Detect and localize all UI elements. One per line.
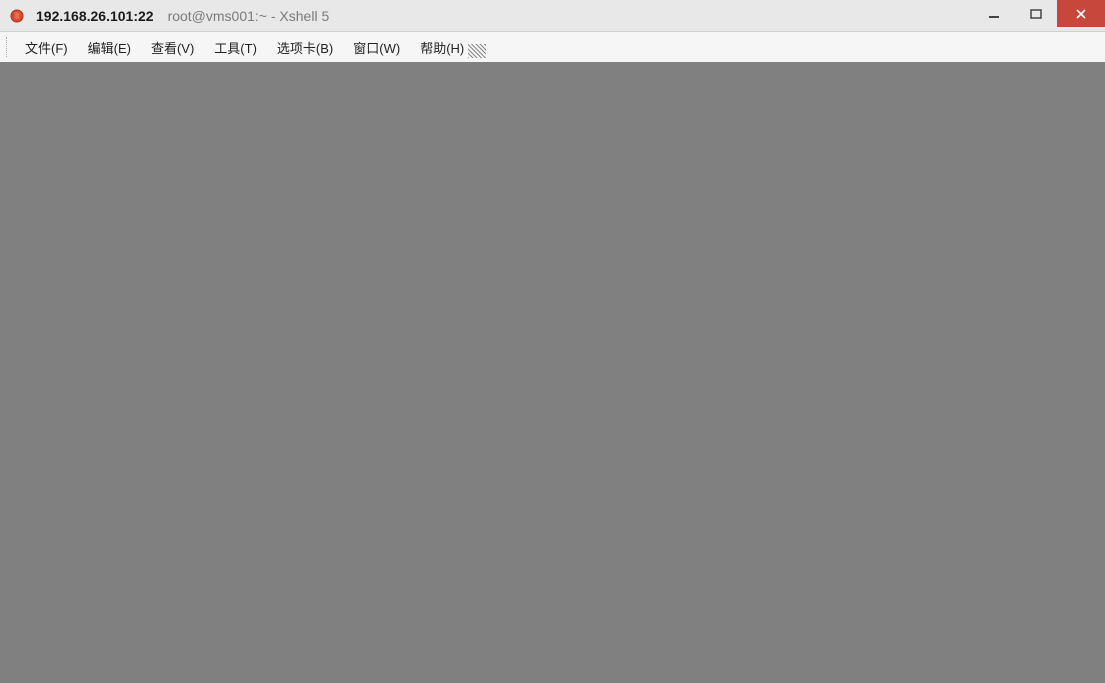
menu-tools[interactable]: 工具(T)	[204, 32, 267, 62]
menu-file[interactable]: 文件(F)	[15, 32, 78, 62]
menu-view[interactable]: 查看(V)	[141, 32, 204, 62]
menu-window[interactable]: 窗口(W)	[343, 32, 410, 62]
app-icon	[8, 7, 26, 25]
title-subtitle: root@vms001:~ - Xshell 5	[168, 8, 330, 24]
menu-help[interactable]: 帮助(H)	[410, 32, 474, 62]
terminal-content-area[interactable]	[0, 62, 1105, 683]
window-controls	[973, 0, 1105, 27]
title-session: 192.168.26.101:22	[36, 8, 154, 24]
menu-tabs[interactable]: 选项卡(B)	[267, 32, 343, 62]
close-button[interactable]	[1057, 0, 1105, 27]
minimize-button[interactable]	[973, 0, 1015, 27]
maximize-button[interactable]	[1015, 0, 1057, 27]
menu-overflow-icon	[468, 44, 486, 58]
menubar: 文件(F) 编辑(E) 查看(V) 工具(T) 选项卡(B) 窗口(W) 帮助(…	[0, 32, 1105, 62]
menu-edit[interactable]: 编辑(E)	[78, 32, 141, 62]
menubar-grip-icon	[6, 37, 7, 57]
window-titlebar: 192.168.26.101:22 root@vms001:~ - Xshell…	[0, 0, 1105, 32]
